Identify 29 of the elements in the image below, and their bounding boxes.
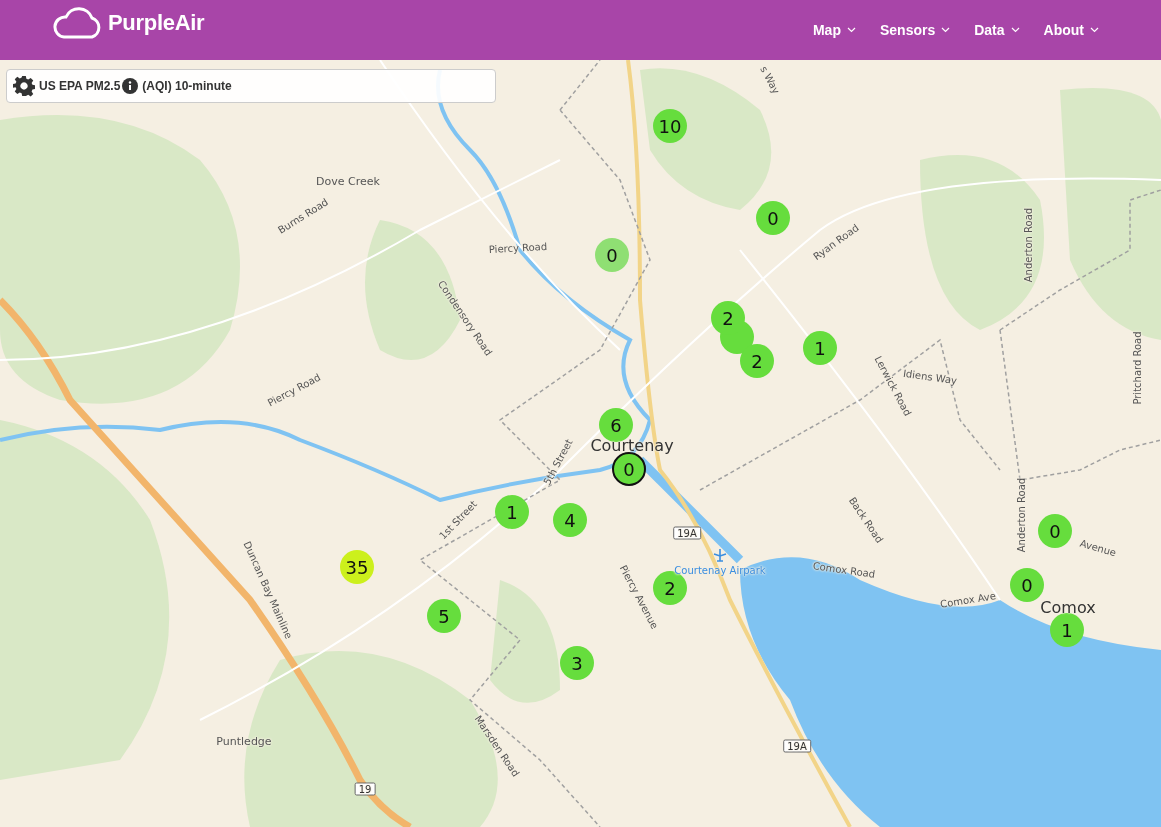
highway-shield: 19A bbox=[673, 526, 701, 540]
road-label: Comox Road bbox=[812, 560, 876, 580]
road-label: Avenue bbox=[1078, 537, 1118, 559]
caret-icon bbox=[1010, 27, 1020, 33]
nav-menu-button[interactable]: Data bbox=[968, 18, 1026, 42]
settings-icon[interactable] bbox=[13, 75, 35, 97]
info-icon[interactable] bbox=[122, 78, 139, 94]
caret-icon bbox=[1090, 27, 1099, 33]
metric-label: US EPA PM2.5 bbox=[39, 79, 121, 93]
caret-icon bbox=[941, 27, 951, 33]
place-label: Puntledge bbox=[216, 735, 272, 749]
road-label: Anderton Road bbox=[1015, 477, 1027, 553]
road-label: s Way bbox=[758, 64, 782, 96]
averaging-label: (AQI) 10-minute bbox=[142, 79, 232, 93]
nav-menu-button[interactable]: Sensors bbox=[873, 18, 957, 42]
road-label: Pritchard Road bbox=[1131, 331, 1143, 405]
highway-shield: 19 bbox=[354, 782, 376, 796]
layer-selector[interactable]: US EPA PM2.5 (AQI) 10-minute bbox=[6, 69, 496, 103]
road-label: Idiens Way bbox=[902, 367, 958, 387]
road-label: Anderton Road bbox=[1022, 207, 1034, 283]
highway-shield: 19A bbox=[783, 739, 811, 753]
airplane-icon bbox=[713, 548, 727, 562]
place-label: Dove Creek bbox=[316, 175, 380, 189]
brand-name: PurpleAir bbox=[108, 10, 205, 36]
road-label: Piercy Road bbox=[488, 241, 548, 255]
road-label: Comox Ave bbox=[939, 590, 997, 610]
nav-menu-button[interactable]: Map bbox=[806, 18, 862, 42]
nav-menu-button[interactable]: About bbox=[1037, 18, 1105, 42]
caret-icon bbox=[846, 27, 856, 33]
